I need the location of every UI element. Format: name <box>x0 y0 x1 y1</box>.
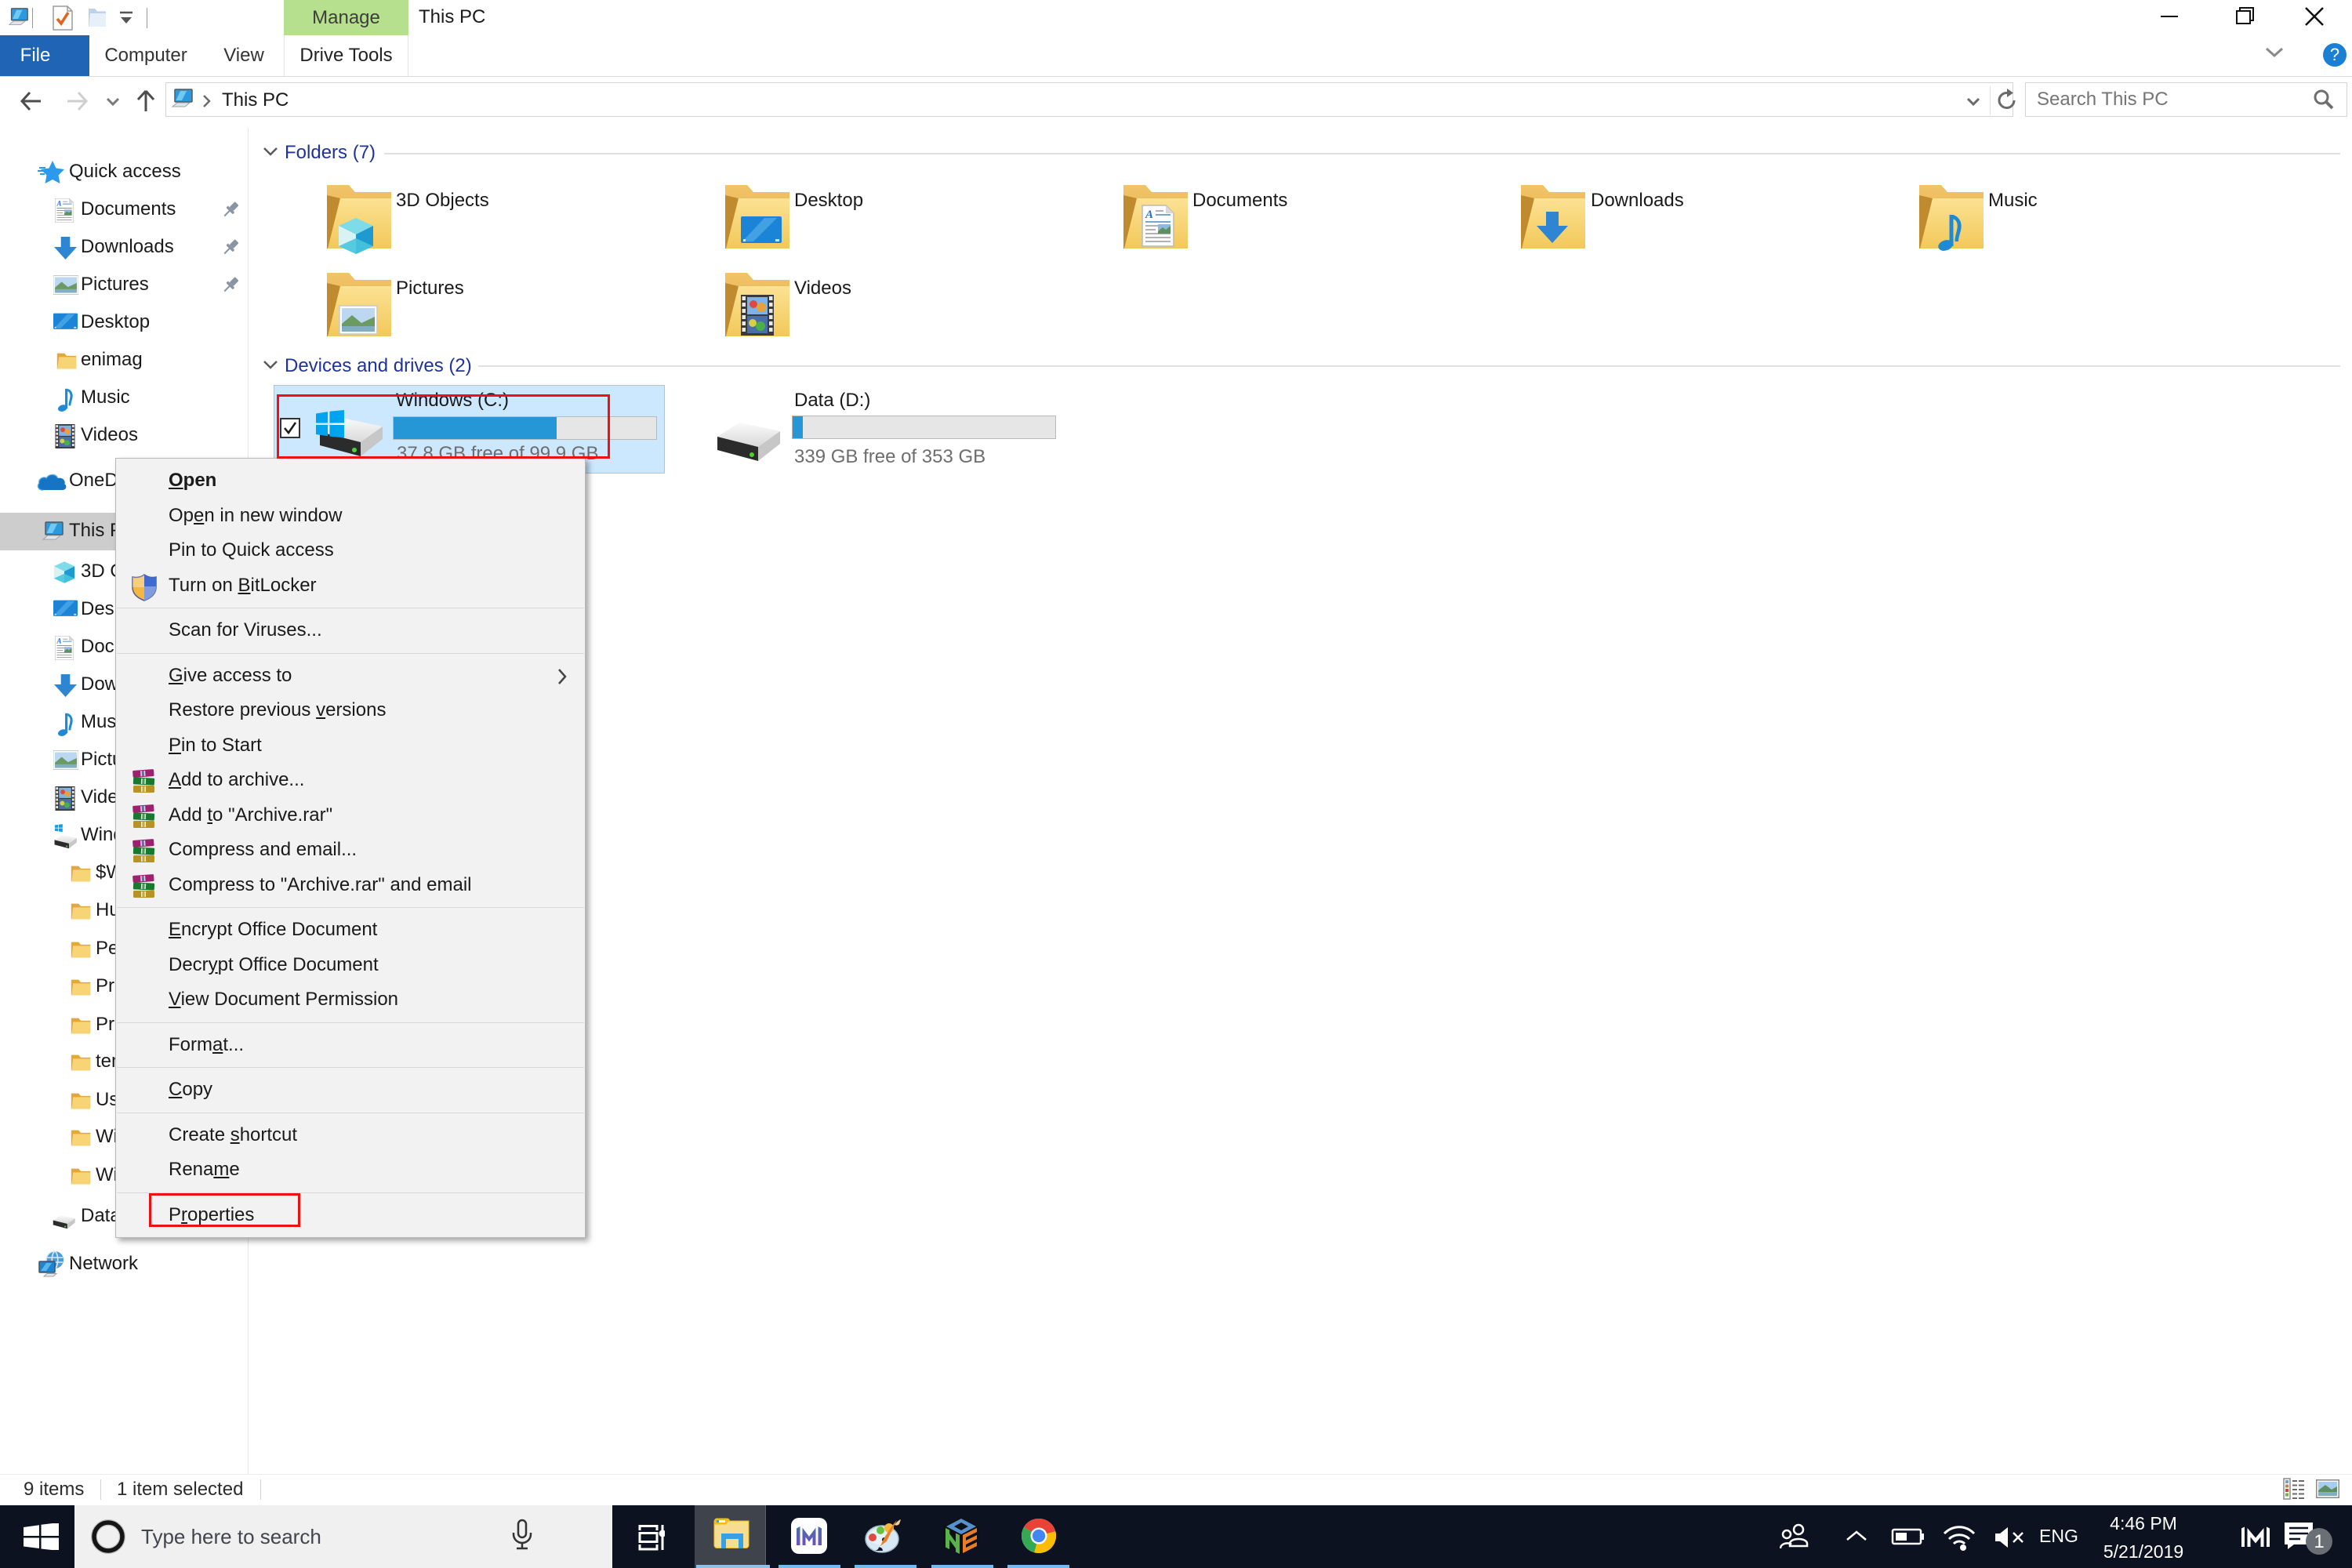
svg-text:?: ? <box>2330 45 2339 64</box>
svg-text:1: 1 <box>2314 1531 2324 1552</box>
